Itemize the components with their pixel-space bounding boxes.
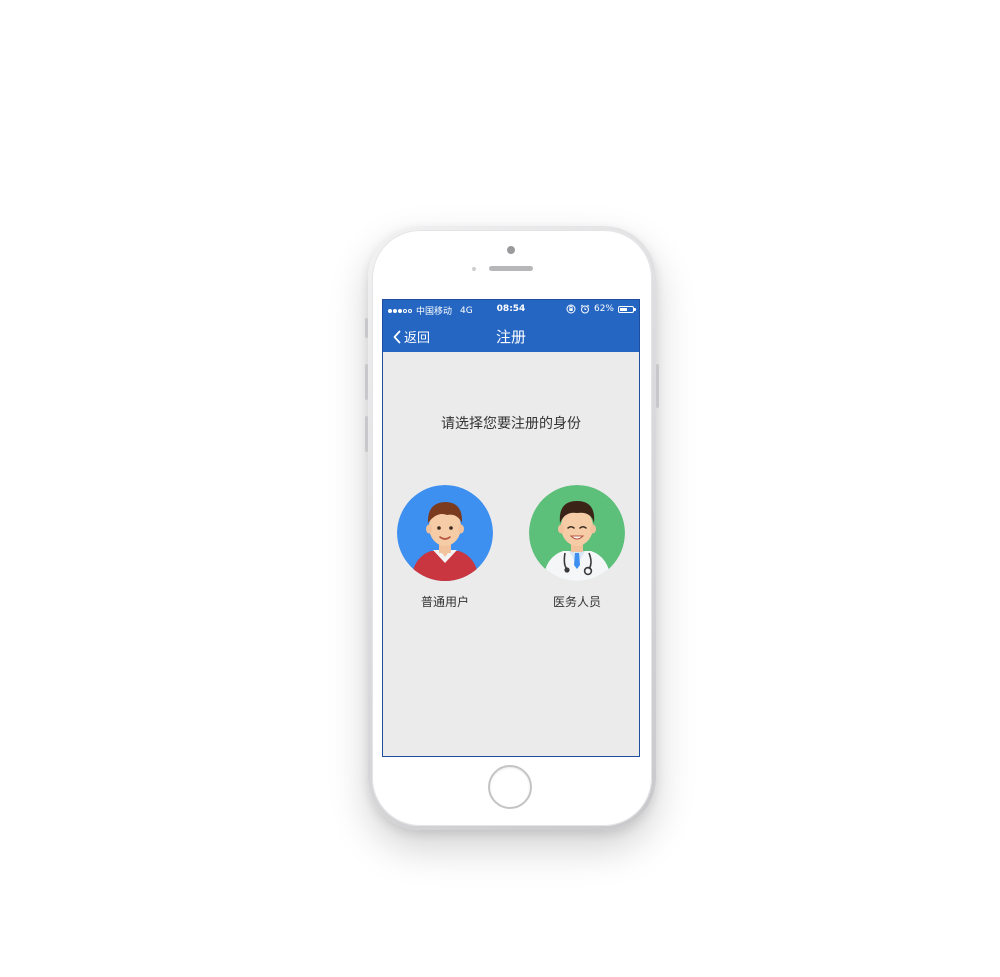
battery-percent: 62% — [593, 304, 614, 314]
volume-down-button — [365, 416, 368, 452]
user-avatar-icon — [397, 485, 493, 581]
volume-up-button — [365, 364, 368, 400]
mockup-stage: 中国移动 4G 08:54 62% 返回 注册 请选择您要注册的身份 普通用户 … — [0, 0, 1000, 977]
role-option-regular-user[interactable]: 普通用户 — [395, 485, 495, 610]
status-bar: 中国移动 4G 08:54 62% — [383, 300, 639, 320]
rotation-lock-icon — [566, 304, 576, 314]
role-option-medical-staff[interactable]: 医务人员 — [527, 485, 627, 610]
role-label-regular-user: 普通用户 — [420, 595, 469, 609]
doctor-avatar-icon — [529, 485, 625, 581]
front-camera — [507, 246, 515, 254]
alarm-icon — [580, 304, 590, 314]
power-button — [656, 364, 659, 408]
role-label-medical-staff: 医务人员 — [552, 595, 601, 609]
proximity-sensor — [472, 267, 476, 271]
phone-screen: 中国移动 4G 08:54 62% 返回 注册 请选择您要注册的身份 普通用户 … — [382, 299, 640, 757]
earpiece-speaker — [489, 266, 533, 271]
identity-prompt: 请选择您要注册的身份 — [441, 416, 581, 432]
page-title: 注册 — [495, 328, 526, 346]
home-button[interactable] — [488, 765, 532, 809]
navigation-bar: 返回 注册 — [383, 320, 639, 352]
status-right: 62% — [566, 304, 636, 314]
battery-icon — [618, 305, 636, 313]
battery-fill — [620, 307, 627, 311]
mute-switch — [365, 318, 368, 338]
